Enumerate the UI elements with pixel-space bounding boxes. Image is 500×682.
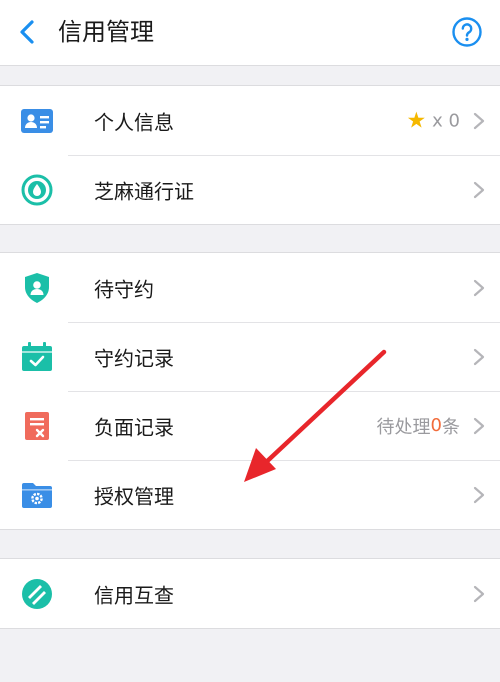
folder-gear-icon (19, 477, 55, 513)
list-item-label: 待守约 (94, 277, 154, 301)
pending-count-value: 0 (430, 415, 442, 436)
pending-prefix: 待处理 (376, 416, 431, 438)
list-item-authorization-management[interactable]: 授权管理 (0, 460, 500, 529)
help-button[interactable] (451, 16, 483, 48)
list-item-promise-records[interactable]: 守约记录 (0, 322, 500, 391)
list-item-label: 守约记录 (94, 346, 174, 370)
star-count-text: x 0 (432, 110, 460, 131)
chevron-right-icon (473, 279, 485, 296)
list-item-negative-records[interactable]: 负面记录 待处理 0 条 (0, 391, 500, 460)
group-records: 待守约 守约记录 负面记录 待处理 0 条 授权管理 (0, 252, 500, 530)
sesame-pass-icon (19, 172, 55, 208)
list-item-pending-promises[interactable]: 待守约 (0, 253, 500, 322)
pending-suffix: 条 (442, 416, 460, 438)
nav-bar: 信用管理 (0, 0, 500, 66)
chevron-left-icon (20, 20, 34, 44)
chevron-right-icon (473, 112, 485, 129)
chevron-right-icon (473, 181, 485, 198)
list-item-personal-info[interactable]: 个人信息 ★ x 0 (0, 86, 500, 155)
group-profile: 个人信息 ★ x 0 芝麻通行证 (0, 85, 500, 225)
list-item-credit-mutual-check[interactable]: 信用互查 (0, 559, 500, 628)
chevron-right-icon (473, 486, 485, 503)
chevron-right-icon (473, 585, 485, 602)
list-item-sesame-pass[interactable]: 芝麻通行证 (0, 155, 500, 224)
question-circle-icon (452, 17, 482, 47)
credit-mutual-check-icon (19, 576, 55, 612)
star-count: ★ x 0 (406, 108, 460, 133)
id-card-icon (19, 103, 55, 139)
page-title: 信用管理 (58, 18, 154, 46)
back-button[interactable] (12, 14, 42, 50)
list-item-label: 芝麻通行证 (94, 179, 194, 203)
negative-record-icon (19, 408, 55, 444)
chevron-right-icon (473, 348, 485, 365)
group-mutual-check: 信用互查 (0, 558, 500, 629)
pending-count: 待处理 0 条 (377, 413, 460, 439)
list-item-label: 负面记录 (94, 415, 174, 439)
star-icon: ★ (406, 108, 427, 133)
list-item-label: 授权管理 (94, 484, 174, 508)
list-item-label: 信用互查 (94, 583, 174, 607)
list-item-label: 个人信息 (94, 110, 174, 134)
chevron-right-icon (473, 417, 485, 434)
shield-user-icon (19, 270, 55, 306)
calendar-check-icon (19, 339, 55, 375)
